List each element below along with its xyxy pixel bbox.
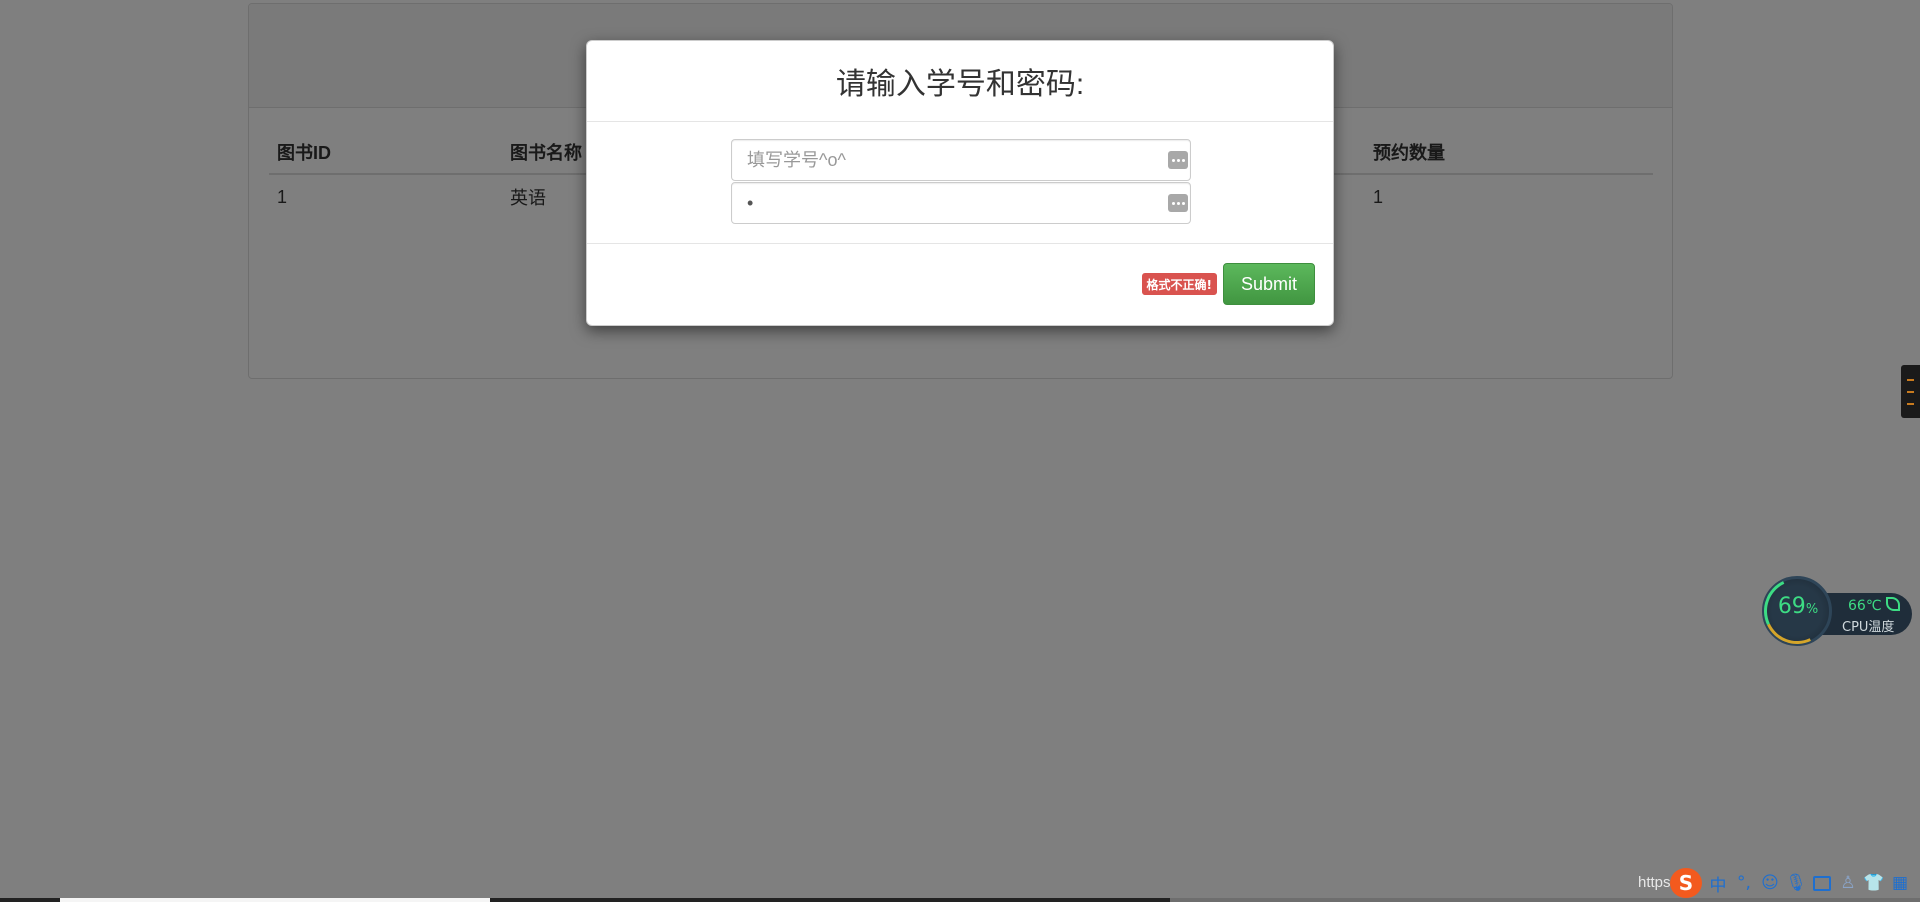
sogou-logo-icon[interactable]: S: [1670, 868, 1702, 898]
password-manager-icon[interactable]: [1168, 194, 1188, 212]
cpu-usage-percent: 69%: [1760, 594, 1836, 619]
password-manager-icon[interactable]: [1168, 151, 1188, 169]
side-dock-handle[interactable]: [1901, 365, 1920, 418]
modal-footer: 格式不正确! Submit: [587, 244, 1333, 326]
grid-icon[interactable]: ▦: [1890, 873, 1910, 893]
format-error-badge: 格式不正确!: [1141, 273, 1217, 295]
submit-button[interactable]: Submit: [1223, 263, 1315, 305]
person-icon[interactable]: ♙: [1838, 873, 1858, 893]
cpu-monitor-widget[interactable]: 66℃ CPU温度 69%: [1754, 568, 1912, 654]
modal-title: 请输入学号和密码:: [835, 68, 1085, 101]
keyboard-icon[interactable]: [1812, 873, 1832, 893]
student-id-field: [731, 139, 1191, 181]
shirt-icon[interactable]: 👕: [1863, 873, 1884, 893]
cpu-temperature: 66℃: [1848, 598, 1882, 614]
login-modal: 请输入学号和密码: 格式不正确! Submit: [586, 40, 1334, 326]
modal-body: [587, 122, 1333, 244]
cpu-usage-value: 69: [1777, 594, 1806, 619]
password-input[interactable]: [732, 183, 1168, 223]
student-id-input[interactable]: [732, 140, 1168, 180]
punctuation-toggle[interactable]: °,: [1734, 873, 1754, 893]
password-field: [731, 182, 1191, 224]
cpu-temp-label: CPU温度: [1842, 620, 1895, 635]
bottom-taskbar-strip: [0, 898, 1920, 902]
dock-indicator: [1907, 379, 1914, 381]
cpu-usage-unit: %: [1805, 602, 1819, 617]
microphone-icon[interactable]: 🎙: [1785, 873, 1807, 893]
input-mode-toggle[interactable]: 中: [1708, 873, 1728, 896]
modal-header: 请输入学号和密码:: [587, 41, 1333, 122]
smiley-icon[interactable]: ☺: [1760, 873, 1780, 893]
ime-toolbar: S 中 °, ☺ 🎙 ♙ 👕 ▦: [1670, 868, 1910, 898]
leaf-icon: [1886, 597, 1900, 611]
dock-indicator: [1907, 391, 1914, 393]
dock-indicator: [1907, 403, 1914, 405]
